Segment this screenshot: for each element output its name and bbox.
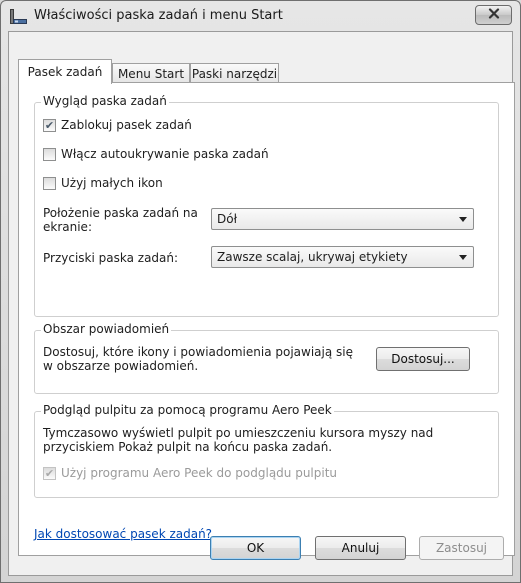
group-title-appearance: Wygląd paska zadań bbox=[41, 94, 169, 108]
group-aero-peek: Podgląd pulpitu za pomocą programu Aero … bbox=[34, 403, 499, 498]
checkbox-label: Zablokuj pasek zadań bbox=[61, 118, 192, 132]
taskbar-properties-icon bbox=[10, 9, 27, 24]
buttons-label: Przyciski paska zadań: bbox=[43, 251, 179, 265]
location-select-value: Dół bbox=[217, 212, 237, 226]
tab-taskbar[interactable]: Pasek zadań bbox=[18, 59, 112, 84]
location-label: Położenie paska zadań na ekranie: bbox=[43, 206, 198, 234]
group-notification-area: Obszar powiadomień Dostosuj, które ikony… bbox=[34, 322, 499, 394]
group-title-aero-peek: Podgląd pulpitu za pomocą programu Aero … bbox=[41, 403, 334, 417]
group-taskbar-appearance: Wygląd paska zadań ✔ Zablokuj pasek zada… bbox=[34, 94, 499, 317]
notification-description: Dostosuj, które ikony i powiadomienia po… bbox=[43, 345, 353, 373]
help-link[interactable]: Jak dostosować pasek zadań? bbox=[34, 527, 212, 541]
checkbox-autohide[interactable]: Włącz autoukrywanie paska zadań bbox=[43, 147, 269, 161]
checkbox-use-aero-peek[interactable]: ✔ Użyj programu Aero Peek do podglądu pu… bbox=[43, 466, 337, 480]
tab-start-menu[interactable]: Menu Start bbox=[112, 63, 190, 83]
checkbox-small-icons[interactable]: Użyj małych ikon bbox=[43, 176, 163, 190]
checkbox-label: Włącz autoukrywanie paska zadań bbox=[61, 147, 269, 161]
aero-peek-description: Tymczasowo wyświetl pulpit po umieszczen… bbox=[43, 426, 434, 454]
checkbox-box[interactable]: ✔ bbox=[43, 466, 56, 480]
location-select[interactable]: Dół bbox=[211, 208, 474, 230]
ok-button[interactable]: OK bbox=[210, 536, 301, 560]
window-title: Właściwości paska zadań i menu Start bbox=[34, 8, 283, 23]
title-bar[interactable]: Właściwości paska zadań i menu Start bbox=[1, 1, 520, 31]
tab-toolbars[interactable]: Paski narzędzi bbox=[190, 63, 279, 83]
tab-panel-taskbar: Wygląd paska zadań ✔ Zablokuj pasek zada… bbox=[18, 82, 515, 556]
chevron-down-icon bbox=[459, 217, 467, 222]
close-button[interactable] bbox=[475, 5, 512, 25]
checkbox-box[interactable]: ✔ bbox=[43, 118, 56, 132]
close-icon bbox=[488, 8, 500, 22]
dialog-client-area: Pasek zadań Menu Start Paski narzędzi Wy… bbox=[8, 31, 515, 576]
taskbar-buttons-select[interactable]: Zawsze scalaj, ukrywaj etykiety bbox=[211, 246, 474, 268]
checkbox-label: Użyj programu Aero Peek do podglądu pulp… bbox=[61, 466, 338, 480]
cancel-button[interactable]: Anuluj bbox=[315, 536, 406, 560]
checkbox-box[interactable] bbox=[43, 147, 56, 161]
checkbox-label: Użyj małych ikon bbox=[61, 176, 163, 190]
chevron-down-icon bbox=[459, 255, 467, 260]
group-title-notification: Obszar powiadomień bbox=[41, 322, 172, 336]
apply-button[interactable]: Zastosuj bbox=[419, 536, 504, 560]
customize-button[interactable]: Dostosuj... bbox=[376, 347, 470, 371]
checkbox-box[interactable] bbox=[43, 176, 56, 190]
dialog-window: Właściwości paska zadań i menu Start Pas… bbox=[0, 0, 521, 583]
taskbar-buttons-select-value: Zawsze scalaj, ukrywaj etykiety bbox=[217, 250, 408, 264]
checkbox-lock-taskbar[interactable]: ✔ Zablokuj pasek zadań bbox=[43, 118, 192, 132]
